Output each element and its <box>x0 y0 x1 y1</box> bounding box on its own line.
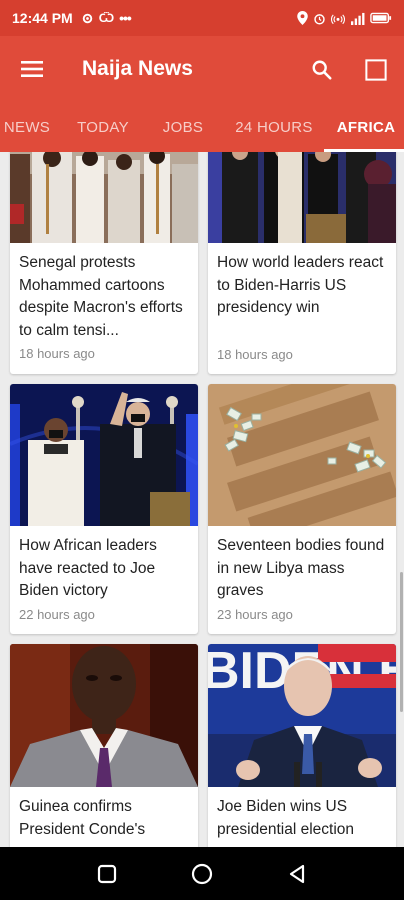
article-time: 18 hours ago <box>19 346 95 361</box>
battery-icon <box>370 12 392 24</box>
article-card[interactable]: Senegal protests Mohammed cartoons despi… <box>10 152 198 374</box>
article-card[interactable]: How world leaders react to Biden-Harris … <box>208 152 396 374</box>
article-title: Guinea confirms President Conde's <box>19 798 146 838</box>
status-bar: 12:44 PM Ѿ ••• <box>0 0 404 36</box>
article-time: 22 hours ago <box>19 606 95 622</box>
tab-24-hours[interactable]: 24 HOURS <box>228 102 320 152</box>
hotspot-icon <box>331 13 345 24</box>
tab-jobs[interactable]: JOBS <box>152 102 214 152</box>
article-image <box>10 644 198 787</box>
article-image <box>208 152 396 243</box>
article-title: Joe Biden wins US presidential election <box>217 798 355 838</box>
square-icon <box>365 59 387 81</box>
menu-icon <box>21 61 43 77</box>
article-time: 23 hours ago <box>217 606 293 622</box>
article-card[interactable]: BIDEN HARRIS Joe Biden wins US president… <box>208 644 396 847</box>
tab-africa[interactable]: AFRICA <box>328 102 404 152</box>
article-image <box>10 152 198 243</box>
back-button[interactable] <box>277 854 317 894</box>
search-button[interactable] <box>300 48 344 92</box>
more-dots-icon: ••• <box>119 10 132 26</box>
system-nav-bar <box>0 847 404 900</box>
tab-news[interactable]: NEWS <box>0 102 56 152</box>
article-title: How African leaders have reacted to Joe … <box>19 537 157 599</box>
article-image: BIDEN HARRIS <box>208 644 396 787</box>
location-icon <box>297 11 308 25</box>
home-button[interactable] <box>182 854 222 894</box>
scrollbar[interactable] <box>400 572 403 712</box>
article-title: How world leaders react to Biden-Harris … <box>217 254 384 316</box>
article-image <box>10 384 198 526</box>
news-feed: Senegal protests Mohammed cartoons despi… <box>0 152 404 847</box>
article-card[interactable]: Seventeen bodies found in new Libya mass… <box>208 384 396 634</box>
home-icon <box>191 863 213 884</box>
search-icon <box>312 60 332 80</box>
settings-icon <box>82 13 92 23</box>
back-icon <box>289 864 304 883</box>
signal-icon <box>351 12 365 25</box>
square-button[interactable] <box>354 48 398 92</box>
article-title: Seventeen bodies found in new Libya mass… <box>217 537 385 599</box>
article-title: Senegal protests Mohammed cartoons despi… <box>19 254 183 339</box>
status-time: 12:44 PM <box>12 10 73 26</box>
app-title: Naija News <box>82 57 193 80</box>
tab-today[interactable]: TODAY <box>68 102 138 152</box>
tab-bar: NEWS TODAY JOBS 24 HOURS AFRICA <box>0 102 404 152</box>
article-time: 18 hours ago <box>217 346 293 362</box>
recent-apps-icon <box>98 864 117 883</box>
voicemail-icon: Ѿ <box>98 11 115 25</box>
article-card[interactable]: How African leaders have reacted to Joe … <box>10 384 198 634</box>
article-card[interactable]: Guinea confirms President Conde's <box>10 644 198 847</box>
menu-button[interactable] <box>0 36 64 102</box>
article-image <box>208 384 396 526</box>
alarm-icon <box>314 13 325 25</box>
app-bar: Naija News <box>0 36 404 102</box>
recent-apps-button[interactable] <box>87 854 127 894</box>
